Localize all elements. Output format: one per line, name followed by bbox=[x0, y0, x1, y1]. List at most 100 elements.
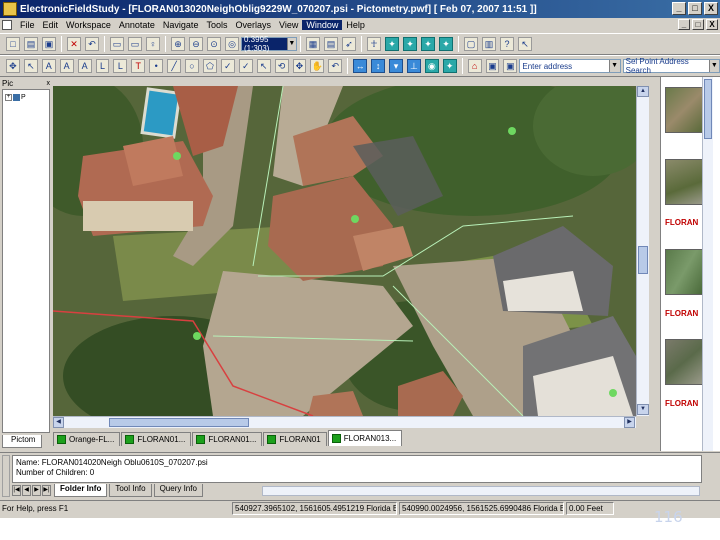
text3-icon[interactable]: A bbox=[77, 59, 92, 73]
menu-help[interactable]: Help bbox=[342, 20, 369, 30]
tab-image-5[interactable]: FLORAN013... bbox=[327, 430, 403, 446]
tab-tool-info[interactable]: Tool Info bbox=[109, 484, 152, 497]
pin-select-icon[interactable]: ↖ bbox=[256, 59, 271, 73]
doc-restore-button[interactable]: □ bbox=[692, 19, 704, 30]
save-icon[interactable]: ▣ bbox=[42, 37, 56, 51]
nav-west-icon[interactable]: ✦ bbox=[439, 37, 453, 51]
nav-east-icon[interactable]: ✦ bbox=[403, 37, 417, 51]
label-icon[interactable]: L bbox=[95, 59, 110, 73]
point-icon[interactable]: • bbox=[149, 59, 164, 73]
last-tab-icon[interactable]: ▶| bbox=[42, 485, 51, 496]
walk-icon[interactable]: ☥ bbox=[367, 37, 381, 51]
project-tree[interactable]: + P bbox=[2, 89, 50, 433]
map-vertical-scrollbar[interactable]: ▲ ▼ bbox=[636, 86, 649, 416]
bearing-icon[interactable]: ✦ bbox=[442, 59, 457, 73]
menu-overlays[interactable]: Overlays bbox=[231, 20, 275, 30]
scroll-thumb[interactable] bbox=[704, 79, 712, 139]
new-icon[interactable]: □ bbox=[6, 37, 20, 51]
next-tab-icon[interactable]: ▶ bbox=[32, 485, 41, 496]
label2-icon[interactable]: L bbox=[113, 59, 128, 73]
address-input[interactable]: Enter address ▼ bbox=[519, 59, 621, 73]
pin-icon[interactable]: ♀ bbox=[146, 37, 160, 51]
tab-pictometry[interactable]: Pictom bbox=[2, 435, 42, 448]
thumbnail-image[interactable] bbox=[665, 339, 703, 385]
text-icon[interactable]: A bbox=[41, 59, 56, 73]
pointer-icon[interactable]: ➶ bbox=[342, 37, 356, 51]
menu-tools[interactable]: Tools bbox=[202, 20, 231, 30]
doc-minimize-button[interactable]: _ bbox=[678, 19, 690, 30]
scroll-thumb[interactable] bbox=[109, 418, 249, 427]
menu-window[interactable]: Window bbox=[302, 20, 343, 30]
tree-node[interactable]: + P bbox=[5, 94, 49, 101]
scroll-left-icon[interactable]: ◀ bbox=[53, 417, 64, 428]
parcel2-icon[interactable]: ▣ bbox=[503, 59, 518, 73]
delete-icon[interactable]: ✕ bbox=[67, 37, 81, 51]
document-icon[interactable] bbox=[2, 20, 12, 30]
table-icon[interactable]: ▤ bbox=[324, 37, 338, 51]
thumbnail-image[interactable] bbox=[665, 249, 703, 295]
oblique-image-view[interactable] bbox=[53, 86, 636, 416]
tab-image-4[interactable]: FLORAN01 bbox=[263, 432, 327, 446]
layer-icon[interactable]: ▦ bbox=[306, 37, 320, 51]
expand-icon[interactable]: + bbox=[5, 94, 12, 101]
camera-icon[interactable]: ◉ bbox=[424, 59, 439, 73]
scroll-down-icon[interactable]: ▼ bbox=[637, 404, 649, 415]
prev-tab-icon[interactable]: ◀ bbox=[22, 485, 31, 496]
select-icon[interactable]: ↖ bbox=[23, 59, 38, 73]
cursor-help-icon[interactable]: ↖ bbox=[518, 37, 532, 51]
chevron-down-icon[interactable]: ▼ bbox=[608, 60, 620, 72]
nav-south-icon[interactable]: ✦ bbox=[421, 37, 435, 51]
measure-icon[interactable]: ↔ bbox=[353, 59, 368, 73]
zoom-box-icon[interactable]: ⊙ bbox=[207, 37, 221, 51]
text2-icon[interactable]: A bbox=[59, 59, 74, 73]
chevron-down-icon[interactable]: ▼ bbox=[708, 60, 719, 72]
scroll-right-icon[interactable]: ▶ bbox=[624, 417, 635, 428]
menu-annotate[interactable]: Annotate bbox=[115, 20, 159, 30]
tab-image-2[interactable]: FLORAN01... bbox=[121, 432, 192, 446]
tab-image-1[interactable]: Orange-FL... bbox=[53, 432, 121, 446]
menu-navigate[interactable]: Navigate bbox=[159, 20, 203, 30]
circle-icon[interactable]: ○ bbox=[185, 59, 199, 73]
chevron-down-icon[interactable]: ▼ bbox=[286, 38, 296, 50]
hand-icon[interactable]: ✋ bbox=[310, 59, 325, 73]
undo-icon[interactable]: ↶ bbox=[85, 37, 99, 51]
title-bar[interactable]: ElectronicFieldStudy - [FLORAN013020Neig… bbox=[0, 0, 720, 18]
nav-north-icon[interactable]: ✦ bbox=[385, 37, 399, 51]
tab-query-info[interactable]: Query Info bbox=[153, 484, 203, 497]
menu-view[interactable]: View bbox=[275, 20, 302, 30]
doc-close-button[interactable]: X bbox=[706, 19, 718, 30]
move-icon[interactable]: ✥ bbox=[292, 59, 307, 73]
first-tab-icon[interactable]: |◀ bbox=[12, 485, 21, 496]
check-icon[interactable]: ✓ bbox=[220, 59, 235, 73]
close-icon[interactable]: x bbox=[47, 80, 51, 87]
help-icon[interactable]: ? bbox=[500, 37, 514, 51]
open-icon[interactable]: ▤ bbox=[24, 37, 38, 51]
house-icon[interactable]: ⌂ bbox=[467, 59, 482, 73]
window2-icon[interactable]: ▭ bbox=[128, 37, 142, 51]
line-icon[interactable]: ╱ bbox=[167, 59, 182, 73]
zoom-out-icon[interactable]: ⊖ bbox=[189, 37, 203, 51]
elevation-icon[interactable]: ⊥ bbox=[406, 59, 421, 73]
map-horizontal-scrollbar[interactable]: ◀ ▶ bbox=[53, 416, 636, 428]
tab-image-3[interactable]: FLORAN01... bbox=[192, 432, 263, 446]
measure-area-icon[interactable]: ▾ bbox=[389, 59, 403, 73]
scroll-up-icon[interactable]: ▲ bbox=[637, 86, 649, 97]
undo2-icon[interactable]: ↶ bbox=[328, 59, 343, 73]
address-search-select[interactable]: Sel Point Address Search ▼ bbox=[622, 57, 720, 75]
zoom-in-icon[interactable]: ⊕ bbox=[171, 37, 185, 51]
scroll-thumb[interactable] bbox=[638, 246, 648, 274]
window-icon[interactable]: ▭ bbox=[110, 37, 124, 51]
zoom-extent-icon[interactable]: ◎ bbox=[225, 37, 239, 51]
thumbnail-image[interactable] bbox=[665, 87, 703, 133]
thumbnail-image[interactable] bbox=[665, 159, 703, 205]
measure-height-icon[interactable]: ↕ bbox=[371, 59, 386, 73]
close-button[interactable]: X bbox=[704, 2, 718, 15]
scale-select[interactable]: 0.3995 (1:303) ▼ bbox=[241, 35, 297, 53]
minimize-button[interactable]: _ bbox=[672, 2, 686, 15]
marker-icon[interactable]: T bbox=[131, 59, 146, 73]
menu-workspace[interactable]: Workspace bbox=[62, 20, 115, 30]
menu-file[interactable]: File bbox=[16, 20, 39, 30]
menu-edit[interactable]: Edit bbox=[39, 20, 63, 30]
book-icon[interactable]: ▥ bbox=[482, 37, 496, 51]
check2-icon[interactable]: ✓ bbox=[238, 59, 253, 73]
